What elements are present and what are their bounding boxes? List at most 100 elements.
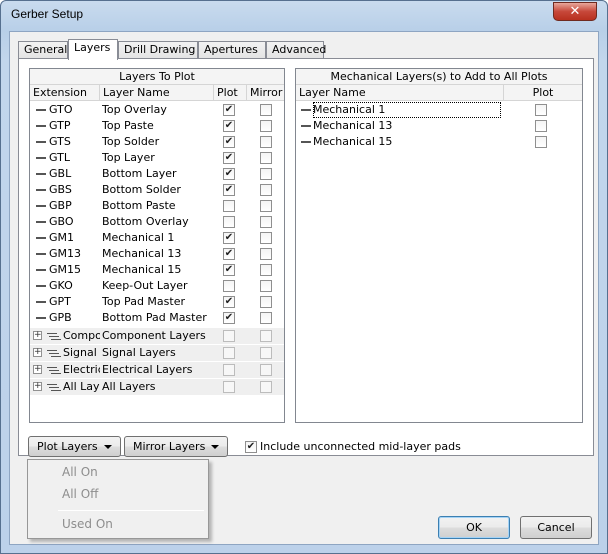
- mechanical-plot-checkbox[interactable]: [535, 136, 547, 148]
- layer-row[interactable]: GKO Keep-Out Layer: [30, 278, 284, 294]
- group-name: Signal Layers: [102, 346, 176, 359]
- include-unconnected-checkbox[interactable]: ✔: [245, 441, 257, 453]
- layer-row[interactable]: GM1 Mechanical 1 ✔: [30, 230, 284, 246]
- mirror-checkbox[interactable]: [260, 152, 272, 164]
- layer-row[interactable]: GTS Top Solder ✔: [30, 134, 284, 150]
- tab-drill-drawing[interactable]: Drill Drawing: [118, 41, 198, 59]
- close-button[interactable]: ✕: [553, 2, 597, 21]
- layer-line-icon: [36, 301, 46, 303]
- plot-checkbox[interactable]: ✔: [223, 104, 235, 116]
- layer-name: Mechanical 15: [102, 263, 182, 276]
- layer-row[interactable]: GPB Bottom Pad Master ✔: [30, 310, 284, 326]
- group-name: Electrical Layers: [102, 363, 193, 376]
- plot-checkbox[interactable]: ✔: [223, 248, 235, 260]
- group-plot-checkbox[interactable]: [223, 364, 235, 376]
- group-plot-checkbox[interactable]: [223, 330, 235, 342]
- layer-group-row[interactable]: + Compo Component Layers: [30, 328, 284, 344]
- plot-checkbox[interactable]: ✔: [223, 152, 235, 164]
- mirror-checkbox[interactable]: [260, 248, 272, 260]
- layer-row[interactable]: GBP Bottom Paste: [30, 198, 284, 214]
- column-layer-name[interactable]: Layer Name: [100, 85, 214, 101]
- expand-plus-icon[interactable]: +: [33, 382, 42, 391]
- layer-extension: GPB: [49, 311, 72, 324]
- plot-layers-button[interactable]: Plot Layers: [28, 436, 121, 457]
- layer-row[interactable]: GTL Top Layer ✔: [30, 150, 284, 166]
- expand-plus-icon[interactable]: +: [33, 348, 42, 357]
- layer-extension: GM15: [49, 263, 82, 276]
- plot-checkbox[interactable]: ✔: [223, 264, 235, 276]
- group-mirror-checkbox[interactable]: [260, 347, 272, 359]
- layer-row[interactable]: GTP Top Paste ✔: [30, 118, 284, 134]
- column-mech-plot[interactable]: Plot: [504, 85, 582, 101]
- mirror-layers-button[interactable]: Mirror Layers: [124, 436, 229, 457]
- mechanical-row[interactable]: Mechanical 1: [296, 102, 582, 118]
- plot-checkbox[interactable]: [223, 216, 235, 228]
- layer-line-icon: [36, 317, 46, 319]
- menu-item-used-on[interactable]: Used On: [62, 517, 113, 531]
- mirror-checkbox[interactable]: [260, 312, 272, 324]
- column-mirror[interactable]: Mirror: [247, 85, 284, 101]
- tab-advanced[interactable]: Advanced: [266, 41, 326, 59]
- include-unconnected-label[interactable]: Include unconnected mid-layer pads: [260, 440, 461, 453]
- plot-checkbox[interactable]: ✔: [223, 232, 235, 244]
- mirror-checkbox[interactable]: [260, 168, 272, 180]
- layer-extension: GBS: [49, 183, 72, 196]
- layer-row[interactable]: GBO Bottom Overlay: [30, 214, 284, 230]
- mirror-checkbox[interactable]: [260, 296, 272, 308]
- mirror-checkbox[interactable]: [260, 136, 272, 148]
- plot-checkbox[interactable]: [223, 280, 235, 292]
- layer-extension: GPT: [49, 295, 71, 308]
- cancel-button[interactable]: Cancel: [520, 516, 592, 539]
- layer-row[interactable]: GM13 Mechanical 13 ✔: [30, 246, 284, 262]
- mirror-checkbox[interactable]: [260, 104, 272, 116]
- expand-plus-icon[interactable]: +: [33, 365, 42, 374]
- chevron-down-icon: [211, 445, 220, 449]
- mirror-checkbox[interactable]: [260, 184, 272, 196]
- mirror-checkbox[interactable]: [260, 280, 272, 292]
- plot-checkbox[interactable]: [223, 200, 235, 212]
- mirror-checkbox[interactable]: [260, 232, 272, 244]
- layer-line-icon: [36, 109, 46, 111]
- layer-stack-icon: [47, 366, 61, 375]
- layer-row[interactable]: GM15 Mechanical 15 ✔: [30, 262, 284, 278]
- plot-checkbox[interactable]: ✔: [223, 136, 235, 148]
- plot-checkbox[interactable]: ✔: [223, 184, 235, 196]
- mirror-checkbox[interactable]: [260, 200, 272, 212]
- layer-row[interactable]: GBL Bottom Layer ✔: [30, 166, 284, 182]
- layer-extension: GKO: [49, 279, 73, 292]
- mechanical-plot-checkbox[interactable]: [535, 120, 547, 132]
- ok-button[interactable]: OK: [438, 516, 510, 539]
- layer-group-row[interactable]: + Signal Signal Layers: [30, 345, 284, 361]
- layer-line-icon: [301, 141, 311, 143]
- plot-checkbox[interactable]: ✔: [223, 312, 235, 324]
- layer-group-row[interactable]: + All LayeAll Layers: [30, 379, 284, 395]
- layer-row[interactable]: GPT Top Pad Master ✔: [30, 294, 284, 310]
- expand-plus-icon[interactable]: +: [33, 331, 42, 340]
- column-mech-layer-name[interactable]: Layer Name: [296, 85, 504, 101]
- tab-layers[interactable]: Layers: [68, 39, 118, 60]
- column-extension[interactable]: Extension: [30, 85, 100, 101]
- mechanical-row[interactable]: Mechanical 13: [296, 118, 582, 134]
- menu-item-all-on[interactable]: All On: [62, 465, 98, 479]
- mirror-checkbox[interactable]: [260, 216, 272, 228]
- group-mirror-checkbox[interactable]: [260, 381, 272, 393]
- layer-row[interactable]: GTO Top Overlay ✔: [30, 102, 284, 118]
- layer-row[interactable]: GBS Bottom Solder ✔: [30, 182, 284, 198]
- group-plot-checkbox[interactable]: [223, 347, 235, 359]
- plot-checkbox[interactable]: ✔: [223, 120, 235, 132]
- mirror-checkbox[interactable]: [260, 264, 272, 276]
- mechanical-row[interactable]: Mechanical 15: [296, 134, 582, 150]
- group-mirror-checkbox[interactable]: [260, 364, 272, 376]
- column-plot[interactable]: Plot: [214, 85, 247, 101]
- plot-checkbox[interactable]: ✔: [223, 168, 235, 180]
- group-mirror-checkbox[interactable]: [260, 330, 272, 342]
- plot-checkbox[interactable]: ✔: [223, 296, 235, 308]
- mechanical-plot-checkbox[interactable]: [535, 104, 547, 116]
- tab-apertures[interactable]: Apertures: [198, 41, 266, 59]
- layer-name: Top Overlay: [102, 103, 167, 116]
- group-plot-checkbox[interactable]: [223, 381, 235, 393]
- tab-general[interactable]: General: [18, 41, 68, 59]
- layer-group-row[interactable]: + Electric Electrical Layers: [30, 362, 284, 378]
- mirror-checkbox[interactable]: [260, 120, 272, 132]
- menu-item-all-off[interactable]: All Off: [62, 487, 98, 501]
